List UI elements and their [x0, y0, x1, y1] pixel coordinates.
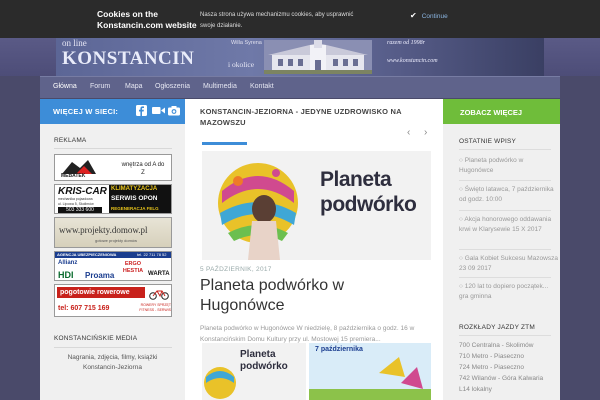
site-banner[interactable]: on line KONSTANCIN i okolice Willa Syren…	[56, 38, 544, 76]
thumbnail-1[interactable]: Planeta podwórko	[202, 343, 306, 400]
site-logo: KONSTANCIN	[62, 48, 195, 69]
kris-right1: KLIMATYZACJA	[111, 186, 158, 192]
ztm-title: ROZKŁADY JAZDY ZTM	[459, 324, 535, 331]
thumbnail-2[interactable]: 7 października	[309, 343, 431, 400]
right-sidebar: OSTATNIE WPISY ○ Planeta podwórko w Hugo…	[443, 124, 560, 400]
see-more-header: ZOBACZ WIĘCEJ	[443, 99, 560, 124]
mebatek-text: wnętrza od A do Z	[121, 162, 165, 176]
divider	[459, 149, 551, 150]
media-title: KONSTANCIŃSKIE MEDIA	[54, 335, 138, 342]
divider	[459, 277, 551, 278]
cookie-bar: Cookies on the Konstancin.com website Na…	[0, 0, 600, 38]
slider-header: KONSTANCIN-JEZIORNA - JEDYNE UZDROWISKO …	[185, 99, 443, 142]
kris-address: ul. Lipowa 5, Skolimów	[58, 202, 94, 206]
post-excerpt: Planeta podwórko w Hugonówce W niedzielę…	[200, 325, 415, 343]
facebook-icon[interactable]	[136, 105, 147, 116]
ztm-line[interactable]: 742 Wilanów - Góra Kalwaria	[459, 374, 543, 385]
slider-prev-button[interactable]: ‹	[407, 127, 410, 138]
recent-post-link[interactable]: ○ Gala Kobiet Sukcesu Mazowsza 23 09 201…	[459, 254, 559, 274]
logo-hdi: HDI	[58, 270, 74, 280]
social-header: WIĘCEJ W SIECI:	[40, 99, 185, 124]
nav-item-glowna[interactable]: Główna	[53, 83, 77, 90]
thumbnail-2-title: 7 października	[315, 346, 363, 353]
post-title[interactable]: Planeta podwórko w Hugonówce	[200, 276, 430, 316]
cookie-text: Nasza strona używa mechanizmu cookies, a…	[200, 12, 354, 29]
logo-warta: WARTA	[148, 271, 170, 277]
nav-item-kontakt[interactable]: Kontakt	[250, 83, 274, 90]
banner-villa: Willa Syrena	[231, 40, 262, 46]
nav-item-forum[interactable]: Forum	[90, 83, 110, 90]
cookie-continue-label: Continue	[421, 13, 448, 20]
ztm-line[interactable]: 724 Metro - Piaseczno	[459, 363, 524, 374]
camera-icon[interactable]	[168, 105, 180, 116]
projekty-url: www.projekty.domow.pl	[59, 225, 148, 235]
ad-mebatek[interactable]: MEBATEK wnętrza od A do Z	[54, 154, 172, 181]
media-text[interactable]: Nagrania, zdjęcia, filmy, książki Konsta…	[50, 353, 175, 373]
slider-indicator	[202, 142, 247, 145]
banner-url: www.konstancin.com	[387, 58, 438, 64]
kris-right3: REGENERACJA FELG	[111, 206, 159, 211]
insurance-tel: tel. 22 711 78 52	[137, 252, 167, 257]
nav-item-mapa[interactable]: Mapa	[125, 83, 143, 90]
kris-sub: mechanika pojazdowa	[58, 197, 93, 201]
slider-title: KONSTANCIN-JEZIORNA - JEDYNE UZDROWISKO …	[200, 107, 402, 127]
banner-okolice: i okolice	[228, 60, 255, 69]
ads-title: REKLAMA	[54, 137, 87, 144]
ad-projekty[interactable]: www.projekty.domow.pl gotowe projekty do…	[54, 217, 172, 248]
cookie-title: Cookies on the Konstancin.com website	[97, 9, 197, 30]
divider	[459, 249, 551, 250]
nav-item-ogloszenia[interactable]: Ogłoszenia	[155, 83, 190, 90]
divider	[459, 335, 551, 336]
projekty-sub: gotowe projekty domów	[95, 238, 138, 243]
banner-since: razem od 1998r	[387, 40, 426, 46]
banner-online: on line	[62, 38, 87, 48]
post-date: 5 PAŹDZIERNIK, 2017	[200, 266, 272, 273]
content-area: WIĘCEJ W SIECI: REKLAMA MEBATEK wnętrza …	[40, 99, 560, 400]
featured-image[interactable]: Planeta podwórko	[202, 151, 431, 260]
social-header-label: WIĘCEJ W SIECI:	[53, 107, 119, 116]
bike-title: pogotowie rowerowe	[57, 287, 145, 298]
ad-insurance[interactable]: AGENCJA UBEZPIECZENIOWA tel. 22 711 78 5…	[54, 251, 172, 281]
cookie-continue-button[interactable]: ✔ Continue	[410, 11, 448, 20]
kris-brand: KRIS-CAR	[58, 186, 107, 197]
video-camera-icon[interactable]	[152, 105, 165, 116]
divider	[54, 347, 172, 348]
logo-proama: Proama	[85, 271, 115, 280]
ztm-line[interactable]: L14 lokalny	[459, 385, 492, 396]
bike-sub: ROWERY SPRZĘT FITNESS - SERWIS	[139, 303, 171, 312]
thumbnail-1-title: Planeta podwórko	[240, 349, 288, 372]
divider	[459, 210, 551, 211]
site-header: on line KONSTANCIN i okolice Willa Syren…	[0, 38, 600, 76]
ad-bike-service[interactable]: pogotowie rowerowe tel: 607 715 169 ROWE…	[54, 284, 172, 317]
recent-post-link[interactable]: ○ 120 lat to dopiero początek... gra gmi…	[459, 282, 559, 302]
logo-ergo-hestia: ERGO HESTIA	[122, 261, 144, 274]
see-more-label: ZOBACZ WIĘCEJ	[460, 108, 523, 117]
nav-item-multimedia[interactable]: Multimedia	[203, 83, 237, 90]
insurance-header: AGENCJA UBEZPIECZENIOWA	[57, 252, 117, 257]
recent-post-link[interactable]: ○ Święto latawca, 7 października od godz…	[459, 185, 559, 205]
left-sidebar: REKLAMA MEBATEK wnętrza od A do Z KRIS-C…	[40, 124, 185, 400]
bicycle-icon	[149, 290, 169, 300]
main-column: KONSTANCIN-JEZIORNA - JEDYNE UZDROWISKO …	[185, 99, 443, 400]
logo-allianz: Allianz	[58, 260, 78, 266]
villa-image	[264, 40, 372, 74]
divider	[54, 148, 172, 149]
bike-phone: tel: 607 715 169	[58, 305, 110, 312]
recent-post-link[interactable]: ○ Planeta podwórko w Hugonówce	[459, 156, 559, 176]
mebatek-brand: MEBATEK	[61, 173, 86, 179]
main-nav: Główna Forum Mapa Ogłoszenia Multimedia …	[40, 76, 560, 98]
kris-right2: SERWIS OPON	[111, 195, 158, 202]
ztm-line[interactable]: 700 Centralna - Skolimów	[459, 341, 533, 352]
recent-post-link[interactable]: ○ Akcja honorowego oddawania krwi w Klar…	[459, 215, 559, 235]
recent-posts-title: OSTATNIE WPISY	[459, 138, 517, 145]
ztm-line[interactable]: 710 Metro - Piaseczno	[459, 352, 524, 363]
ad-kris-car[interactable]: KRIS-CAR mechanika pojazdowa ul. Lipowa …	[54, 184, 172, 214]
featured-image-title: Planeta podwórko	[320, 168, 417, 216]
kris-phone: 503 333 600	[58, 207, 102, 213]
check-icon: ✔	[410, 11, 417, 20]
divider	[459, 180, 551, 181]
slider-next-button[interactable]: ›	[424, 127, 427, 138]
